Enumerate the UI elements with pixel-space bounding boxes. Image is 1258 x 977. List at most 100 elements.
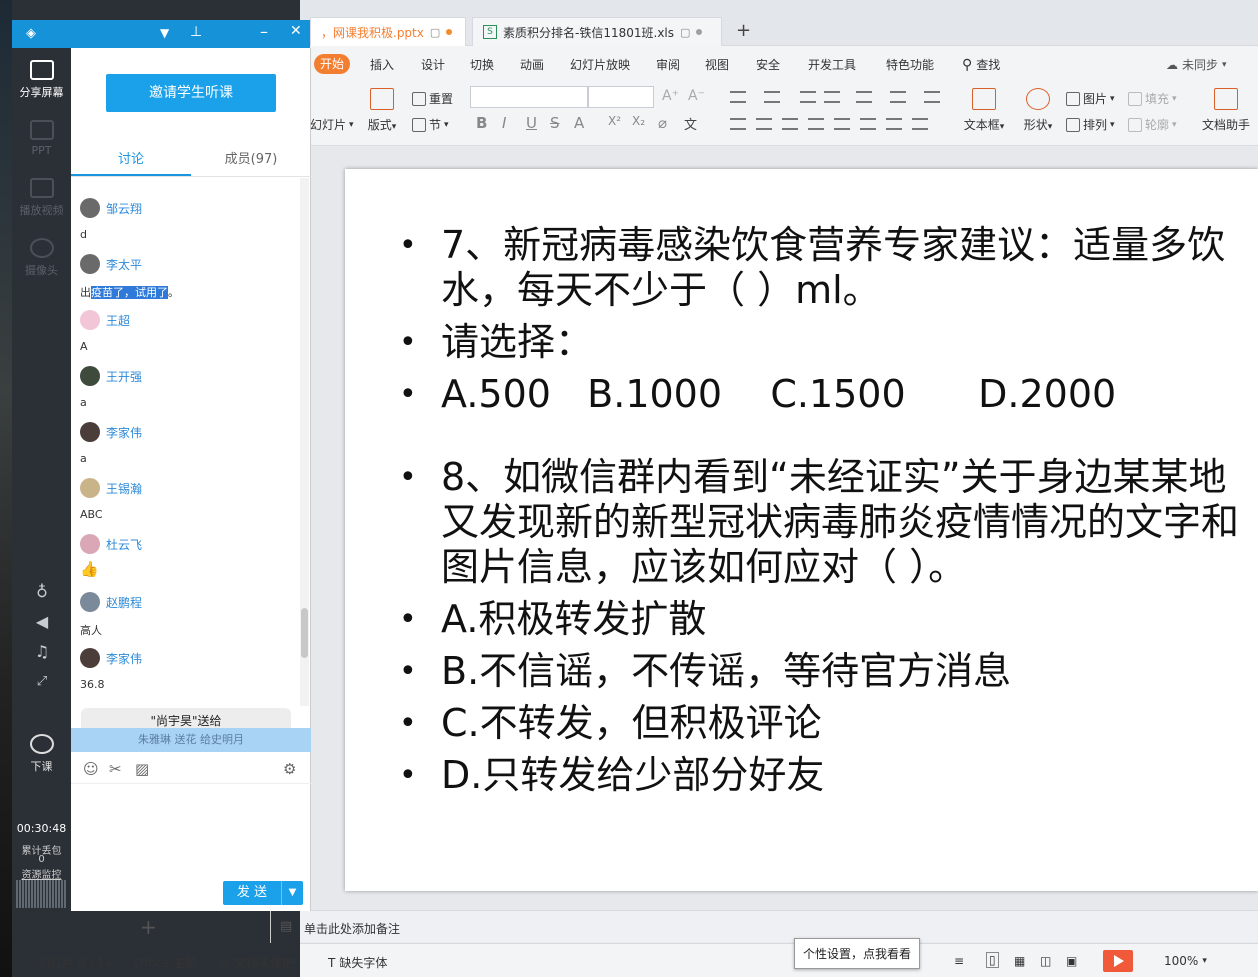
sync-status[interactable]: ☁ 未同步 ▾ — [1166, 56, 1227, 73]
sender-name[interactable]: 王锡瀚 — [106, 480, 142, 497]
pin-icon[interactable]: ⊥ — [190, 24, 202, 40]
camera-button[interactable]: 摄像头 — [12, 238, 71, 278]
font-shrink-button[interactable]: A⁻ — [688, 88, 705, 104]
align-right-icon[interactable] — [782, 118, 798, 130]
menu-insert[interactable]: 插入 — [370, 56, 394, 73]
menu-slideshow[interactable]: 幻灯片放映 — [570, 56, 630, 73]
notes-toggle-icon[interactable]: ≡ — [954, 954, 964, 968]
align-left-icon[interactable] — [730, 118, 746, 130]
tab-discussion[interactable]: 讨论 — [71, 148, 191, 167]
menu-security[interactable]: 安全 — [756, 56, 780, 73]
bold-button[interactable]: B — [476, 114, 487, 132]
superscript-button[interactable]: X² — [608, 114, 621, 128]
sender-name[interactable]: 王超 — [106, 312, 130, 329]
tab-pptx-document[interactable]: ，网课我积极.pptx ▢ — [310, 17, 466, 46]
text-direction-icon[interactable] — [890, 91, 906, 103]
invite-students-button[interactable]: 邀请学生听课 — [106, 74, 276, 112]
menu-start[interactable]: 开始 — [314, 54, 350, 74]
slide-sorter-icon[interactable]: ▦ — [1014, 954, 1025, 968]
sender-name[interactable]: 李家伟 — [106, 424, 142, 441]
tab-members[interactable]: 成员(97) — [191, 148, 311, 167]
normal-view-icon[interactable]: ▯ — [986, 952, 999, 968]
strikethrough-button[interactable]: S — [550, 114, 560, 132]
ppt-button[interactable]: PPT — [12, 120, 71, 157]
resource-monitor-link[interactable]: 资源监控 — [12, 866, 71, 881]
sender-name[interactable]: 王开强 — [106, 368, 142, 385]
play-video-button[interactable]: 播放视频 — [12, 178, 71, 218]
class-tool-titlebar[interactable]: ◈ ▼ ⊥ – ✕ — [12, 20, 310, 48]
underline-button[interactable]: U — [526, 114, 537, 132]
sender-name[interactable]: 邹云翔 — [106, 200, 142, 217]
italic-button[interactable]: I — [502, 114, 506, 132]
chat-input[interactable] — [71, 786, 311, 876]
picture-button[interactable]: 图片 ▾ — [1066, 90, 1115, 107]
paragraph-spacing-icon[interactable] — [860, 118, 876, 130]
window-icon[interactable]: ▢ — [430, 26, 440, 39]
speaker-icon[interactable]: ◀ — [32, 612, 52, 631]
section-button[interactable]: 节 ▾ — [412, 116, 449, 133]
emoji-icon[interactable]: ☺ — [83, 760, 99, 778]
menu-view[interactable]: 视图 — [705, 56, 729, 73]
bullets-icon[interactable] — [730, 91, 746, 103]
send-button[interactable]: 发 送 ▼ — [223, 881, 303, 905]
columns-icon[interactable] — [856, 91, 872, 103]
scissors-icon[interactable]: ✂ — [109, 760, 122, 778]
font-family-select[interactable] — [470, 86, 588, 108]
missing-font-status[interactable]: T 缺失字体 — [328, 954, 387, 971]
font-size-select[interactable] — [588, 86, 654, 108]
avatar[interactable] — [80, 534, 100, 554]
music-icon[interactable]: ♫ — [32, 642, 52, 661]
scroll-thumb[interactable] — [301, 608, 308, 658]
shape-button[interactable]: 形状▾ — [1014, 88, 1062, 133]
minimize-icon[interactable]: – — [260, 22, 268, 41]
new-tab-button[interactable]: + — [736, 20, 751, 41]
close-icon[interactable]: ✕ — [290, 23, 302, 39]
pinyin-button[interactable]: 文 — [684, 114, 697, 133]
avatar[interactable] — [80, 478, 100, 498]
slide-canvas[interactable]: 7、新冠病毒感染饮食营养专家建议：适量多饮水，每天不少于（ ）ml。 请选择： … — [345, 169, 1258, 891]
text-box-button[interactable]: 文本框▾ — [960, 88, 1008, 133]
avatar[interactable] — [80, 310, 100, 330]
text-align-icon[interactable] — [912, 118, 928, 130]
add-slide-icon[interactable]: + — [140, 915, 157, 939]
notes-placeholder[interactable]: 单击此处添加备注 — [304, 920, 400, 937]
align-center-icon[interactable] — [756, 118, 772, 130]
reset-button[interactable]: 重置 — [412, 90, 453, 107]
numbering-icon[interactable] — [764, 91, 780, 103]
menu-special-features[interactable]: 特色功能 — [886, 56, 934, 73]
chevron-down-icon[interactable]: ▼ — [281, 881, 303, 905]
search-menu[interactable]: ⚲ 查找 — [962, 56, 1000, 73]
message-scrollbar[interactable] — [300, 178, 309, 706]
sender-name[interactable]: 杜云飞 — [106, 536, 142, 553]
menu-transition[interactable]: 切换 — [470, 56, 494, 73]
message-list[interactable]: 邹云翔 d 李太平 出疫苗了，试用了。 王超 A 王开强 a 李家伟 a 王锡瀚… — [71, 178, 299, 706]
end-class-button[interactable]: 下课 — [12, 734, 71, 774]
avatar[interactable] — [80, 366, 100, 386]
settings-icon[interactable]: ⚙ — [283, 760, 296, 778]
vertical-align-icon[interactable] — [886, 118, 902, 130]
sender-name[interactable]: 赵鹏程 — [106, 594, 142, 611]
font-color-button[interactable]: A — [574, 114, 584, 132]
image-icon[interactable]: ▨ — [135, 760, 149, 778]
fill-button[interactable]: 填充 ▾ — [1128, 90, 1177, 107]
indent-increase-icon[interactable] — [824, 91, 840, 103]
microphone-icon[interactable]: ♁ — [32, 582, 52, 601]
menu-developer[interactable]: 开发工具 — [808, 56, 856, 73]
doc-helper-button[interactable]: 文档助手 — [1198, 88, 1254, 133]
presenter-icon[interactable]: ▣ — [1066, 954, 1077, 968]
outline-button[interactable]: 轮廓 ▾ — [1128, 116, 1177, 133]
line-spacing-icon[interactable] — [924, 91, 940, 103]
tab-xls-document[interactable]: S 素质积分排名-铁信11801班.xls ▢ — [472, 17, 722, 46]
window-icon[interactable]: ▢ — [680, 26, 690, 39]
layout-button[interactable]: 版式▾ — [358, 88, 406, 133]
personalize-tooltip[interactable]: 个性设置，点我看看 — [794, 938, 921, 969]
fullscreen-icon[interactable]: ⤢ — [32, 674, 52, 689]
theme-label[interactable]: Office 主题 — [134, 954, 197, 971]
menu-design[interactable]: 设计 — [421, 56, 445, 73]
align-justify-icon[interactable] — [808, 118, 824, 130]
avatar[interactable] — [80, 592, 100, 612]
clear-format-icon[interactable]: ⌀ — [658, 114, 667, 132]
avatar[interactable] — [80, 422, 100, 442]
avatar[interactable] — [80, 254, 100, 274]
font-grow-button[interactable]: A⁺ — [662, 88, 679, 104]
